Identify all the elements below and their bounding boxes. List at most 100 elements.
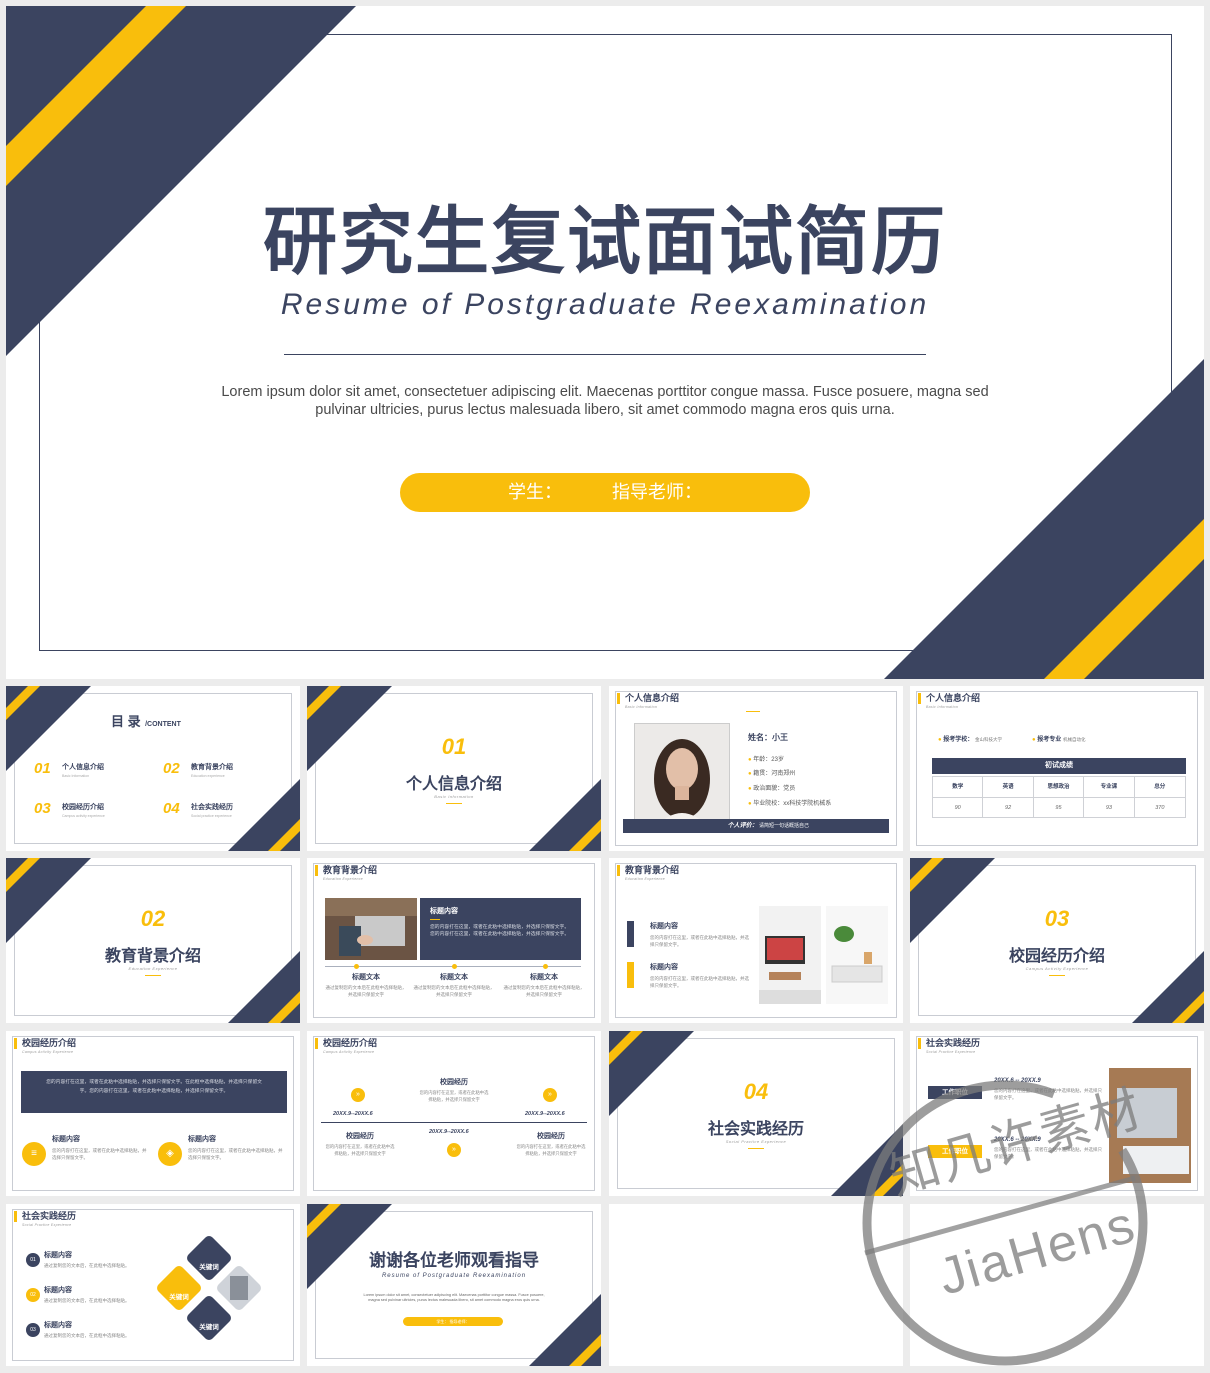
item-text: 您的内容打在这里，或者在此粘中选择粘贴，并选择只保留文字: [419, 1090, 489, 1102]
profile-eval-bar: 个人评价： 请简短一句话概括自己: [623, 819, 889, 833]
item-title: 标题内容: [188, 1136, 216, 1143]
toc-num: 03: [34, 800, 51, 817]
toc-num: 02: [163, 760, 180, 777]
toc-num: 01: [34, 760, 51, 777]
corner-tl-icon: [910, 858, 995, 943]
section-title: 个人信息介绍: [405, 776, 502, 793]
item-text: 通过复制您的文本后，在此框中选择粘贴。: [44, 1263, 130, 1268]
education-slide-2[interactable]: 教育背景介绍 Education Experience 标题内容 您的内容打在这…: [609, 858, 903, 1023]
field-text: 年龄：23岁: [753, 757, 784, 763]
slide-header: 社会实践经历: [918, 1038, 980, 1049]
item-text: 您的内容打在这里，或者在此粘中选择粘贴，并选择只保留文字。: [650, 976, 749, 988]
slide-header-sub: Basic Information: [926, 705, 959, 709]
section-num: 03: [1044, 906, 1070, 931]
edu-col-2: 标题文本 通过复制您的文本后在此框中选择粘贴，并选择只保留文字: [413, 972, 495, 998]
chevron-right-icon: »: [351, 1088, 365, 1102]
edu2-item-1: 标题内容 您的内容打在这里，或者在此粘中选择粘贴，并选择只保留文字。: [650, 921, 750, 948]
toc-item-2[interactable]: 02 教育背景介绍 Education experience: [163, 760, 233, 778]
toc-label: 校园经历介绍: [62, 804, 104, 811]
section1-slide[interactable]: 01 个人信息介绍 Basic Information: [307, 686, 601, 851]
slide-header: 社会实践经历: [14, 1211, 76, 1222]
major-label: 报考专业: [1037, 737, 1062, 743]
toc-sub: Social practice experience: [191, 814, 232, 818]
toc-item-3[interactable]: 03 校园经历介绍 Campus activity experience: [34, 800, 105, 818]
section-sub: Education Experience: [128, 966, 178, 971]
toc-sub: Basic Information: [62, 774, 90, 778]
corner-br-icon: [228, 779, 300, 851]
section-title: 教育背景介绍: [104, 948, 201, 965]
score-col-header: 思想政治: [1033, 777, 1085, 798]
timeline-axis: [321, 1122, 587, 1123]
col-text: 通过复制您的文本后在此框中选择粘贴，并选择只保留文字: [503, 985, 585, 997]
field-text: 政治面貌：党员: [753, 786, 796, 792]
campus-item-1: 标题内容 您的内容打在这里，或者在此粘中选择粘贴，并选择只保留文字。: [52, 1134, 147, 1161]
section-num: 01: [441, 734, 467, 759]
thanks-body: Lorem ipsum dolor sit amet, consectetuer…: [363, 1293, 545, 1302]
campus-banner: 您的内容打在这里，或者在此粘中选择粘贴，并选择只保留文字。在此框中选择粘贴，并选…: [21, 1071, 287, 1113]
corner-tl-icon: [609, 1031, 694, 1116]
campus2-item-top: 校园经历 您的内容打在这里，或者在此粘中选择粘贴，并选择只保留文字: [419, 1077, 489, 1103]
layers-icon: ◈: [158, 1142, 182, 1166]
item-title: 校园经历: [440, 1079, 468, 1086]
profile-slide[interactable]: 个人信息介绍 Basic Information 姓名：小王 ● 年龄：23岁 …: [609, 686, 903, 851]
keyword-label: 关键词: [169, 1294, 189, 1301]
accent-line: [746, 711, 760, 712]
item-text: 您的内容打在这里，或者在此粘中选择粘贴，并选择只保留文字。: [52, 1148, 147, 1160]
score-cell: 90: [933, 798, 984, 818]
col-title: 标题文本: [352, 974, 380, 981]
item-marker: [627, 962, 634, 988]
corner-tl-icon: [6, 858, 91, 943]
toc-item-1[interactable]: 01 个人信息介绍 Basic Information: [34, 760, 104, 778]
item-text: 通过复制您的文本后，在此框中选择粘贴。: [44, 1298, 130, 1303]
cover-slide[interactable]: 研究生复试面试简历 Resume of Postgraduate Reexami…: [6, 6, 1204, 679]
slide-header: 教育背景介绍: [617, 865, 679, 876]
toc-sub: Campus activity experience: [62, 814, 105, 818]
toc-slide[interactable]: 目 录 /CONTENT 01 个人信息介绍 Basic Information…: [6, 686, 300, 851]
section-underline: [748, 1148, 764, 1149]
social2-item-3: 标题内容 通过复制您的文本后，在此框中选择粘贴。: [44, 1320, 144, 1339]
education-slide-1[interactable]: 教育背景介绍 Education Experience 标题内容 您的内容打在这…: [307, 858, 601, 1023]
col-text: 通过复制您的文本后在此框中选择粘贴，并选择只保留文字: [325, 985, 407, 997]
profile-name: 姓名：小王: [748, 733, 788, 742]
section2-slide[interactable]: 02 教育背景介绍 Education Experience: [6, 858, 300, 1023]
box-text: 您的内容打在这里，或者在此粘中选择粘贴，并选择只保留文字。您的内容打在这里，或者…: [430, 925, 570, 937]
score-cell: 370: [1155, 805, 1165, 811]
item-title: 校园经历: [346, 1133, 374, 1140]
social2-item-2: 标题内容 通过复制您的文本后，在此框中选择粘贴。: [44, 1285, 144, 1304]
item-title: 标题内容: [44, 1287, 72, 1294]
section-underline: [145, 975, 161, 976]
campus-slide-1[interactable]: 校园经历介绍 Campus Activity Experience 您的内容打在…: [6, 1031, 300, 1196]
item-text: 您的内容打在这里，或者在此粘中选择粘贴，并选择只保留文字。: [188, 1148, 283, 1160]
edu-content-box: 标题内容 您的内容打在这里，或者在此粘中选择粘贴，并选择只保留文字。您的内容打在…: [420, 898, 581, 960]
section-num: 02: [140, 906, 166, 931]
field-text: 毕业院校：xx科技学院机械系: [753, 801, 832, 807]
slide-header-sub: Basic Information: [625, 705, 658, 709]
toc-item-4[interactable]: 04 社会实践经历 Social practice experience: [163, 800, 233, 818]
keyword-label: 关键词: [199, 1324, 219, 1331]
campus-slide-2[interactable]: 校园经历介绍 Campus Activity Experience » » » …: [307, 1031, 601, 1196]
score-cell: 95: [1034, 798, 1085, 818]
scores-slide[interactable]: 个人信息介绍 Basic Information ● 报考学校： 金山科技大学 …: [910, 686, 1204, 851]
item-title: 校园经历: [537, 1133, 565, 1140]
section3-slide[interactable]: 03 校园经历介绍 Campus Activity Experience: [910, 858, 1204, 1023]
item-title: 标题内容: [650, 964, 678, 971]
cover-pill: 学生： 指导老师：: [400, 473, 810, 512]
toc-sub: Education experience: [191, 774, 225, 778]
slide-header-sub: Education Experience: [323, 877, 364, 881]
timeline-dot: [354, 964, 359, 969]
school-label: 报考学校：: [943, 737, 974, 743]
score-col-header: 数学: [933, 777, 984, 798]
slide-frame: [12, 1036, 294, 1191]
date-left: 20XX.9--20XX.6: [333, 1111, 373, 1117]
social2-item-1: 标题内容 通过复制您的文本后，在此框中选择粘贴。: [44, 1250, 144, 1269]
cover-subtitle: Resume of Postgraduate Reexamination: [280, 288, 930, 321]
thanks-slide[interactable]: 谢谢各位老师观看指导 Resume of Postgraduate Reexam…: [307, 1204, 601, 1366]
item-text: 您的内容打在这里，或者在此粘中选择粘贴，并选择只保留文字。: [650, 935, 749, 947]
slide-header: 校园经历介绍: [14, 1038, 76, 1049]
toc-label: 社会实践经历: [191, 804, 233, 811]
school-row: ● 报考学校： 金山科技大学: [938, 737, 1002, 743]
num-badge: 02: [26, 1288, 40, 1302]
profile-field-4: ● 毕业院校：xx科技学院机械系: [748, 801, 832, 807]
social-slide-2[interactable]: 社会实践经历 Social Practice Experience 01 标题内…: [6, 1204, 300, 1366]
profile-field-2: ● 籍贯：河南郑州: [748, 771, 796, 777]
